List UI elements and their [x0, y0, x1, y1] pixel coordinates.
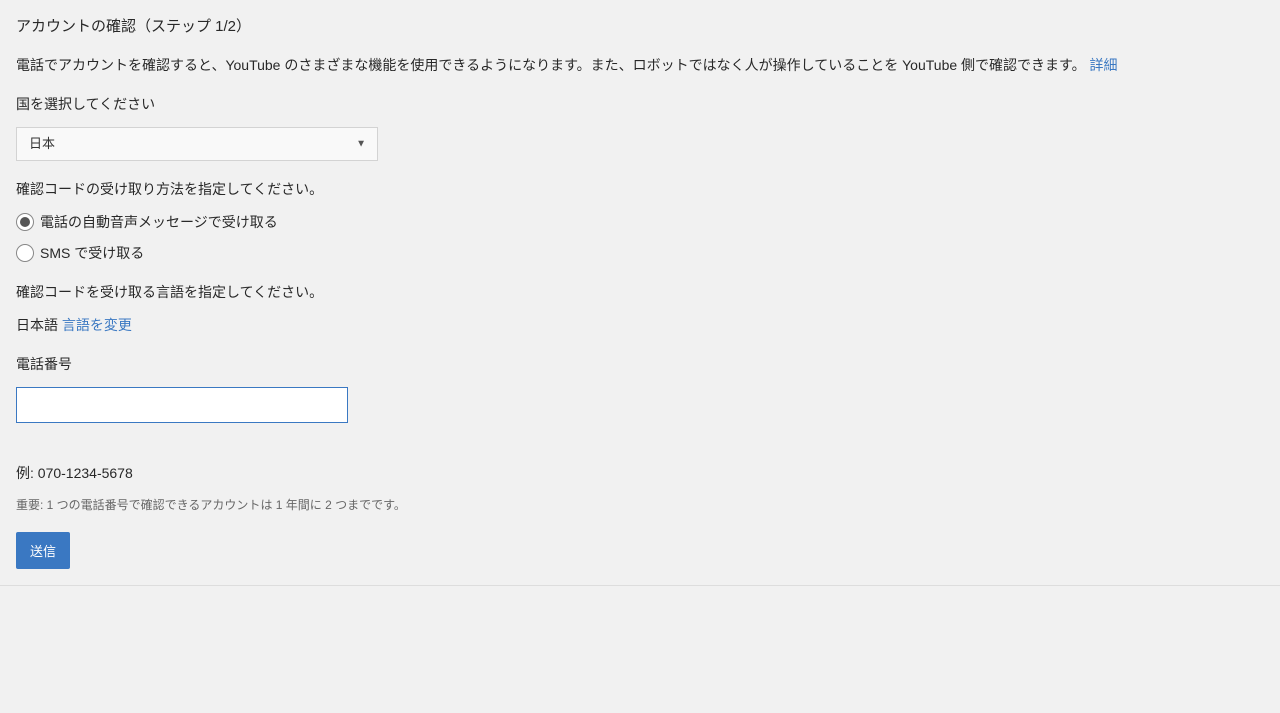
language-row: 日本語 言語を変更	[16, 315, 1264, 336]
description-text: 電話でアカウントを確認すると、YouTube のさまざまな機能を使用できるように…	[16, 57, 1090, 73]
code-method-label: 確認コードの受け取り方法を指定してください。	[16, 179, 1264, 200]
country-selected-value: 日本	[29, 134, 55, 154]
submit-button[interactable]: 送信	[16, 532, 70, 569]
radio-voice-label: 電話の自動音声メッセージで受け取る	[40, 212, 278, 233]
verification-form: アカウントの確認（ステップ 1/2） 電話でアカウントを確認すると、YouTub…	[0, 0, 1280, 586]
country-select-wrapper: 日本 ▼	[16, 127, 378, 161]
radio-unselected-icon	[16, 244, 34, 262]
radio-sms[interactable]: SMS で受け取る	[16, 243, 1264, 264]
important-note: 重要: 1 つの電話番号で確認できるアカウントは 1 年間に 2 つまでです。	[16, 496, 1264, 514]
code-language-label: 確認コードを受け取る言語を指定してください。	[16, 282, 1264, 303]
current-language: 日本語	[16, 317, 58, 333]
country-select[interactable]: 日本	[16, 127, 378, 161]
radio-sms-label: SMS で受け取る	[40, 243, 144, 264]
radio-voice-call[interactable]: 電話の自動音声メッセージで受け取る	[16, 212, 1264, 233]
code-method-group: 電話の自動音声メッセージで受け取る SMS で受け取る	[16, 212, 1264, 264]
page-title: アカウントの確認（ステップ 1/2）	[16, 16, 1264, 39]
description-row: 電話でアカウントを確認すると、YouTube のさまざまな機能を使用できるように…	[16, 55, 1264, 76]
phone-input[interactable]	[16, 387, 348, 423]
country-label: 国を選択してください	[16, 94, 1264, 115]
phone-example: 例: 070-1234-5678	[16, 463, 1264, 484]
change-language-link[interactable]: 言語を変更	[62, 317, 132, 333]
details-link[interactable]: 詳細	[1090, 57, 1118, 73]
radio-selected-icon	[16, 213, 34, 231]
phone-label: 電話番号	[16, 354, 1264, 375]
